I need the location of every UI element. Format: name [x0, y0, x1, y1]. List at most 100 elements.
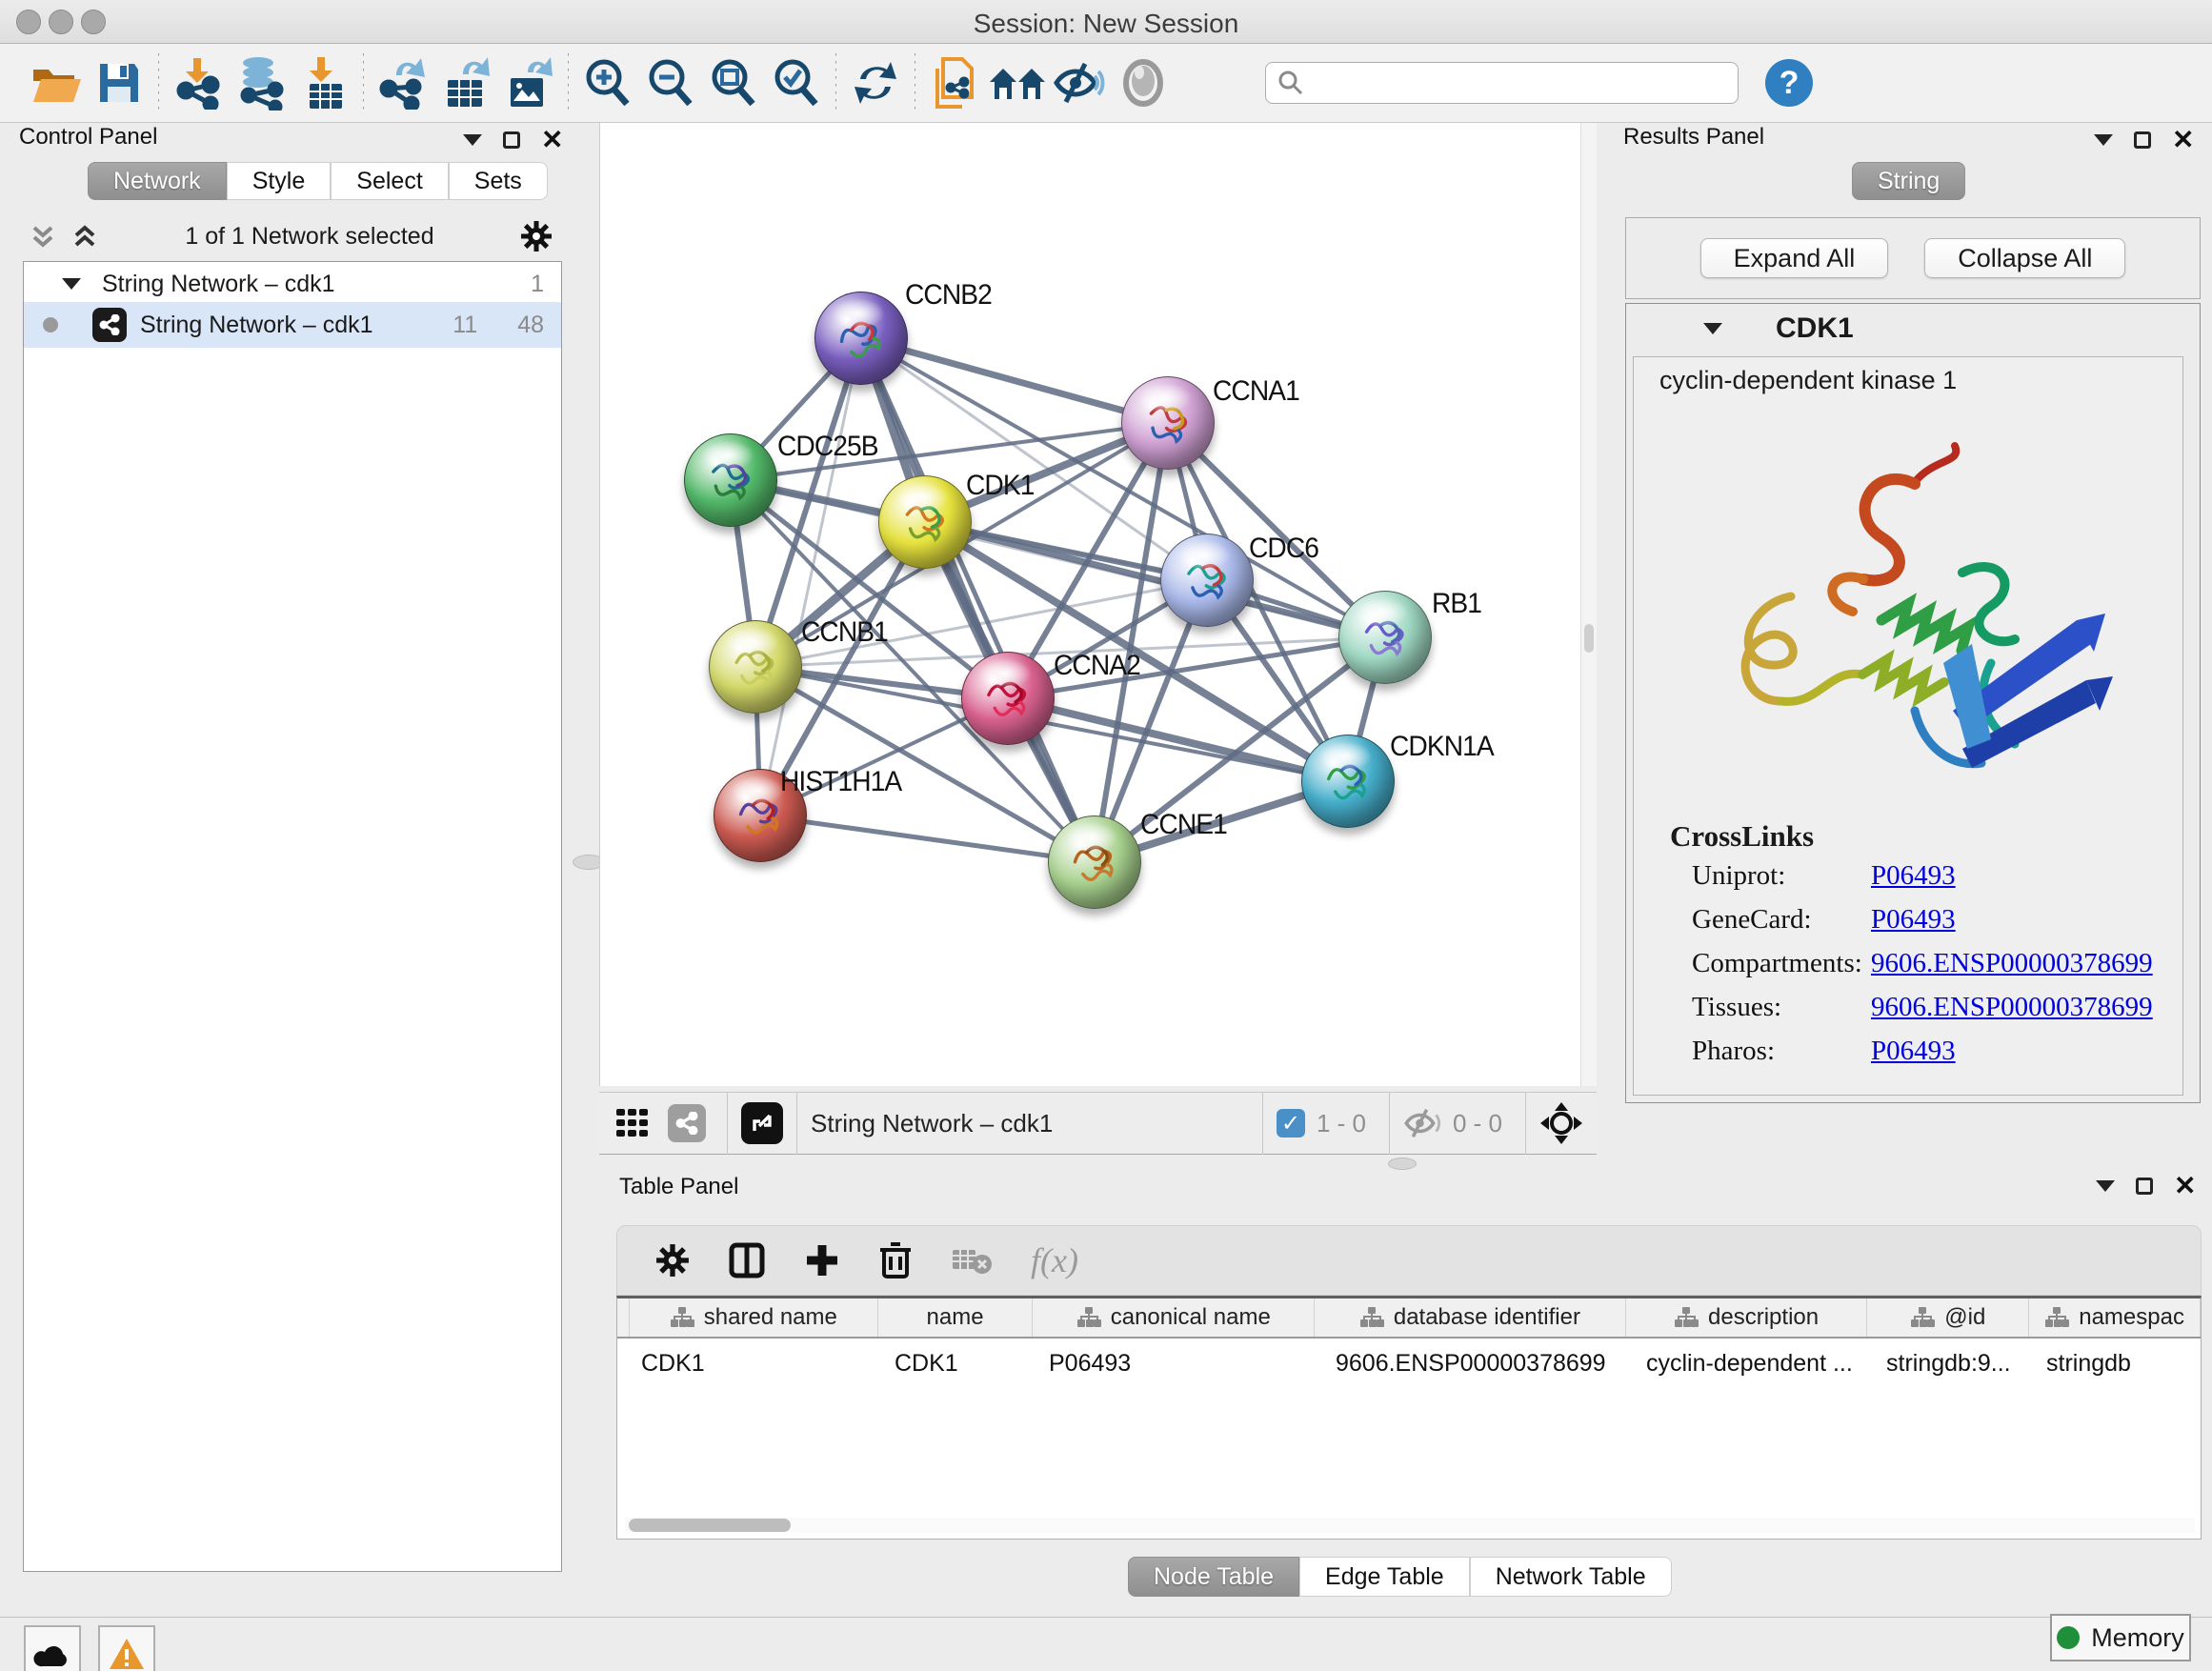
delete-column-icon[interactable] [878, 1240, 913, 1280]
protein-structure-image[interactable] [1677, 425, 2124, 806]
network-canvas[interactable]: CCNB2CCNA1CDC25BCDK1CDC6RB1CCNB1CCNA2CDK… [599, 123, 1580, 1086]
tab-edge-table[interactable]: Edge Table [1299, 1557, 1470, 1597]
table-panel-menu-icon[interactable] [2096, 1180, 2115, 1192]
save-session-button[interactable] [88, 53, 151, 112]
tab-network-table[interactable]: Network Table [1470, 1557, 1672, 1597]
collapse-all-button[interactable]: Collapse All [1924, 238, 2125, 278]
crosslink-link[interactable]: P06493 [1871, 1036, 1956, 1067]
network-share-icon[interactable] [668, 1104, 706, 1142]
memory-button[interactable]: Memory [2050, 1614, 2191, 1661]
hidden-eye-icon[interactable] [1403, 1107, 1443, 1139]
column-header--id[interactable]: @id [1867, 1299, 2029, 1337]
crosslink-link[interactable]: 9606.ENSP00000378699 [1871, 992, 2153, 1023]
delete-table-icon[interactable] [951, 1244, 993, 1277]
table-cell[interactable]: P06493 [1049, 1350, 1131, 1378]
collapse-all-icon[interactable] [29, 222, 57, 251]
network-node-CCNE1[interactable] [1048, 815, 1141, 909]
add-column-icon[interactable] [804, 1242, 840, 1278]
show-graphics-button[interactable] [1112, 53, 1175, 112]
import-network-database-button[interactable] [230, 53, 292, 112]
network-node-CDC6[interactable] [1160, 534, 1254, 627]
table-splitter-grip[interactable] [1388, 1158, 1417, 1170]
crosslink-link[interactable]: 9606.ENSP00000378699 [1871, 948, 2153, 979]
table-panel-float-icon[interactable] [2136, 1178, 2153, 1195]
tab-network[interactable]: Network [88, 162, 227, 200]
import-table-button[interactable] [292, 53, 355, 112]
crosslink-link[interactable]: P06493 [1871, 860, 1956, 892]
copy-network-button[interactable] [923, 53, 986, 112]
tab-string[interactable]: String [1852, 162, 1965, 200]
tab-select[interactable]: Select [331, 162, 448, 200]
open-session-button[interactable] [25, 53, 88, 112]
results-entry-header[interactable]: CDK1 [1625, 303, 2201, 354]
fit-content-icon[interactable] [1539, 1101, 1583, 1145]
import-network-file-button[interactable] [167, 53, 230, 112]
column-header-shared-name[interactable]: shared name [630, 1299, 878, 1337]
export-table-button[interactable] [434, 53, 497, 112]
control-panel-close-icon[interactable]: ✕ [541, 131, 563, 149]
show-columns-icon[interactable] [728, 1241, 766, 1279]
tab-sets[interactable]: Sets [449, 162, 548, 200]
control-panel-float-icon[interactable] [503, 131, 520, 149]
warning-status-button[interactable] [98, 1625, 155, 1671]
network-node-CDKN1A[interactable] [1301, 735, 1395, 828]
entry-expand-icon[interactable] [1703, 323, 1722, 334]
selected-nodes-checkbox[interactable]: ✓ [1277, 1109, 1305, 1137]
export-network-button[interactable] [372, 53, 434, 112]
hide-unhide-button[interactable] [1049, 53, 1112, 112]
results-panel-float-icon[interactable] [2134, 131, 2151, 149]
search-input[interactable] [1304, 69, 1714, 98]
expand-all-button[interactable]: Expand All [1700, 238, 1889, 278]
help-button[interactable]: ? [1765, 59, 1813, 107]
column-header-namespac[interactable]: namespac [2029, 1299, 2201, 1337]
grid-view-icon[interactable] [614, 1105, 651, 1141]
column-header-database-identifier[interactable]: database identifier [1315, 1299, 1626, 1337]
network-collection-row[interactable]: String Network – cdk1 1 [24, 262, 561, 302]
network-node-RB1[interactable] [1338, 591, 1432, 684]
column-header-canonical-name[interactable]: canonical name [1033, 1299, 1315, 1337]
table-cell[interactable]: cyclin-dependent ... [1646, 1350, 1853, 1378]
table-cell[interactable]: stringdb [2046, 1350, 2131, 1378]
column-header-name[interactable]: name [878, 1299, 1034, 1337]
results-panel-close-icon[interactable]: ✕ [2172, 131, 2194, 149]
birdseye-view-icon[interactable] [741, 1102, 783, 1144]
network-node-CCNA1[interactable] [1121, 376, 1215, 470]
network-row-selected[interactable]: String Network – cdk1 11 48 [24, 302, 561, 348]
function-builder-icon[interactable]: f(x) [1031, 1240, 1078, 1280]
tab-node-table[interactable]: Node Table [1128, 1557, 1299, 1597]
network-node-CCNB2[interactable] [814, 292, 908, 385]
zoom-selected-button[interactable] [765, 53, 828, 112]
gear-icon[interactable] [520, 220, 553, 252]
network-node-CCNB1[interactable] [709, 620, 802, 714]
zoom-in-button[interactable] [576, 53, 639, 112]
network-scrollbar[interactable] [1580, 123, 1597, 1086]
tab-style[interactable]: Style [227, 162, 332, 200]
network-node-CDK1[interactable] [878, 475, 972, 569]
title-bar: Session: New Session [0, 0, 2212, 44]
table-cell[interactable]: stringdb:9... [1886, 1350, 2011, 1378]
results-panel-menu-icon[interactable] [2094, 134, 2113, 146]
expand-all-icon[interactable] [70, 222, 99, 251]
table-cell[interactable]: 9606.ENSP00000378699 [1336, 1350, 1606, 1378]
refresh-button[interactable] [844, 53, 907, 112]
crosslink-link[interactable]: P06493 [1871, 904, 1956, 936]
network-node-CCNA2[interactable] [961, 652, 1055, 745]
control-panel-menu-icon[interactable] [463, 134, 482, 146]
zoom-out-button[interactable] [639, 53, 702, 112]
column-header-description[interactable]: description [1626, 1299, 1868, 1337]
hidden-counts: 0 - 0 [1453, 1109, 1502, 1138]
home-button[interactable] [986, 53, 1049, 112]
table-cell[interactable]: CDK1 [895, 1350, 958, 1378]
edge-CCNB2-HIST1H1A[interactable] [760, 338, 861, 815]
network-node-CDC25B[interactable] [684, 433, 777, 527]
table-cell[interactable]: CDK1 [641, 1350, 705, 1378]
edge-HIST1H1A-CCNE1[interactable] [760, 815, 1095, 862]
cloud-status-button[interactable] [24, 1625, 81, 1671]
export-image-button[interactable] [497, 53, 560, 112]
table-hscrollbar[interactable] [625, 1518, 2195, 1533]
search-box[interactable] [1265, 62, 1739, 104]
zoom-fit-button[interactable] [702, 53, 765, 112]
collection-expand-icon[interactable] [62, 278, 81, 290]
table-gear-icon[interactable] [655, 1243, 690, 1278]
table-panel-close-icon[interactable]: ✕ [2174, 1178, 2196, 1195]
